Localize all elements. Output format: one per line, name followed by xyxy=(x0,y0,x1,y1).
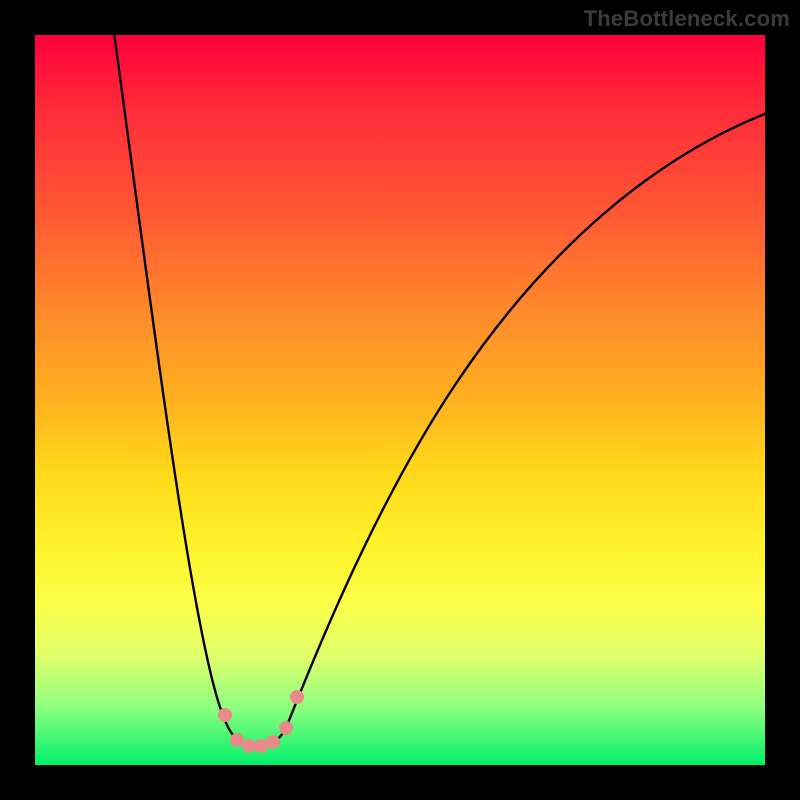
data-dot xyxy=(266,735,280,749)
chart-frame: TheBottleneck.com xyxy=(0,0,800,800)
watermark-text: TheBottleneck.com xyxy=(584,6,790,32)
bottleneck-v-curve xyxy=(113,25,775,747)
data-dot xyxy=(290,690,304,704)
data-dot xyxy=(230,733,244,747)
data-dot xyxy=(279,721,293,735)
curve-overlay xyxy=(35,35,765,765)
data-dot xyxy=(242,739,256,753)
data-dot xyxy=(218,708,232,722)
data-dot xyxy=(254,739,268,753)
